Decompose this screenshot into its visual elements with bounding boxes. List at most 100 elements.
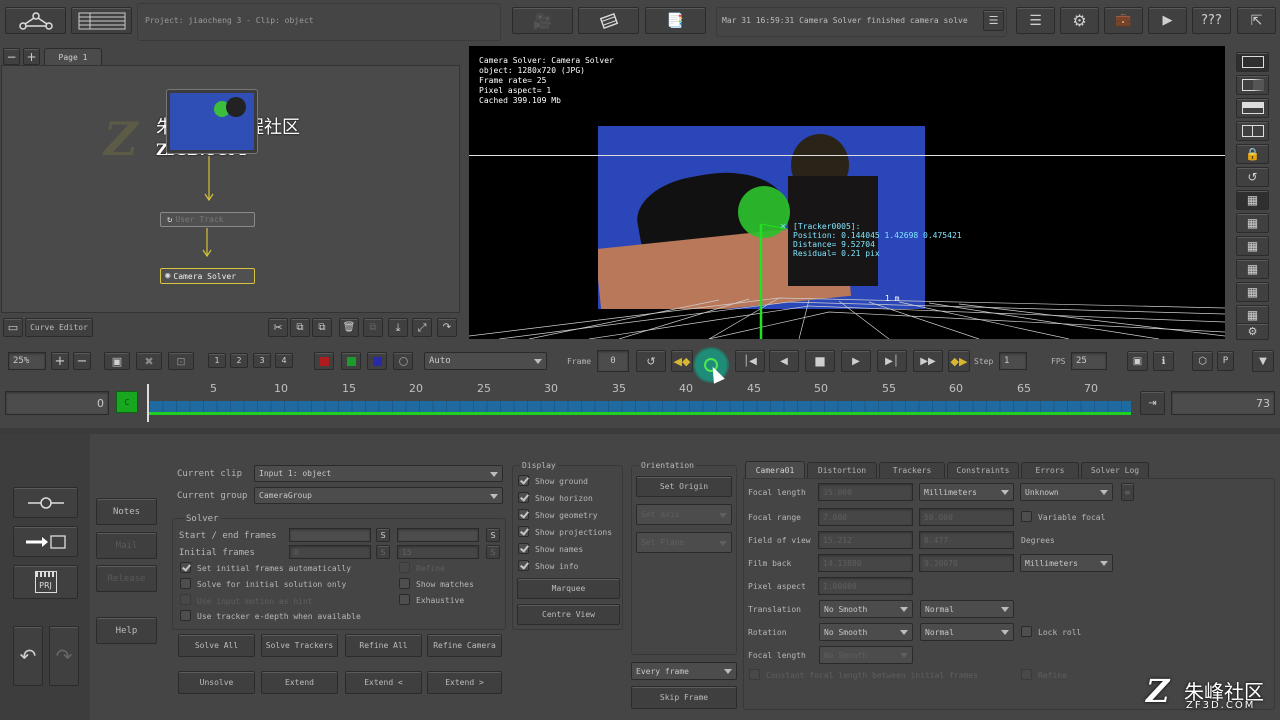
layout-split-button[interactable] <box>1236 75 1269 95</box>
focal-range-b-field[interactable]: 50.000 <box>919 508 1014 526</box>
help-button[interactable]: ??? <box>1192 7 1231 34</box>
fov-b-field[interactable]: 8.477 <box>919 531 1014 549</box>
extend-back-button[interactable]: Extend < <box>345 671 422 694</box>
status-menu-button[interactable]: ☰ <box>983 10 1004 31</box>
layout-quad-button[interactable] <box>1236 121 1269 141</box>
stop-button[interactable]: ■ <box>805 350 835 372</box>
export-button[interactable]: ⤓ <box>388 318 408 337</box>
grid-6-button[interactable]: ▦ <box>1236 305 1269 325</box>
toolbox-button[interactable]: 💼 <box>1104 7 1143 34</box>
timeline-end-field[interactable]: 73 <box>1171 391 1275 415</box>
set-origin-button[interactable]: Set Origin <box>636 476 732 497</box>
rotation-mode-dropdown[interactable]: Normal <box>920 623 1014 641</box>
key-back-button[interactable]: ◀◆ <box>671 350 693 372</box>
marquee-button[interactable]: Marquee <box>517 578 620 599</box>
show-matches-checkbox[interactable] <box>399 578 410 589</box>
initial-a-s-button[interactable]: S <box>376 545 390 559</box>
film-units-dropdown[interactable]: Millimeters <box>1020 554 1113 572</box>
lock-roll-checkbox[interactable] <box>1021 626 1032 637</box>
rotation-smooth-dropdown[interactable]: No Smooth <box>819 623 913 641</box>
start-s-button[interactable]: S <box>376 528 390 542</box>
viewer-panel[interactable]: × Camera Solver: Camera Solver object: 1… <box>469 46 1225 339</box>
play-button[interactable]: ▶ <box>841 350 871 372</box>
show-geometry-checkbox[interactable] <box>518 509 529 520</box>
fit-button[interactable]: ⤢ <box>412 318 432 337</box>
initial-frame-b-field[interactable]: 15 <box>397 545 479 559</box>
layout-horizontal-button[interactable] <box>1236 98 1269 118</box>
display-mode-dropdown[interactable]: Auto <box>424 352 547 370</box>
camera-view-button[interactable]: 🎥 <box>512 7 573 34</box>
fps-field[interactable]: 25 <box>1071 352 1107 370</box>
use-input-checkbox[interactable] <box>180 594 191 605</box>
tab-trackers[interactable]: Trackers <box>879 462 945 478</box>
tab-distortion[interactable]: Distortion <box>807 462 877 478</box>
tab-constraints[interactable]: Constraints <box>947 462 1019 478</box>
solve-trackers-button[interactable]: Solve Trackers <box>261 634 338 657</box>
loop-button[interactable]: ↺ <box>636 350 666 372</box>
film-strip-button[interactable] <box>578 7 639 34</box>
undo-button[interactable]: ↶ <box>13 626 43 686</box>
focal-range-a-field[interactable]: 7.000 <box>818 508 913 526</box>
crop-button[interactable]: ✖ <box>136 352 162 370</box>
curve-editor-button[interactable]: Curve Editor <box>25 318 93 337</box>
list-menu-button[interactable]: ☰ <box>1016 7 1055 34</box>
duplicate-button[interactable]: ⧉ <box>363 318 383 337</box>
green-channel-button[interactable] <box>341 352 361 370</box>
grid-1-button[interactable]: ▦ <box>1236 190 1269 210</box>
set-initial-checkbox[interactable] <box>180 562 191 573</box>
playhead[interactable] <box>147 384 149 422</box>
lock-button[interactable]: 🔒 <box>1236 144 1269 164</box>
timeline-fit-button[interactable]: ⇥ <box>1140 391 1165 415</box>
camera-solver-node[interactable]: ◉ Camera Solver <box>160 268 255 284</box>
refine-camera-button[interactable]: Refine Camera <box>427 634 502 657</box>
blue-channel-button[interactable] <box>367 352 387 370</box>
pin-button[interactable]: ⊡ <box>168 352 194 370</box>
initial-frame-a-field[interactable]: 0 <box>289 545 371 559</box>
key-forward-button[interactable]: ◆▶ <box>948 350 970 372</box>
zoom-in-button[interactable]: + <box>51 352 69 370</box>
view-2-button[interactable]: 2 <box>230 353 248 368</box>
release-button[interactable]: Release <box>96 565 157 592</box>
refine-checkbox[interactable] <box>399 562 410 573</box>
view-4-button[interactable]: 4 <box>275 353 293 368</box>
collapse-button[interactable]: ↷ <box>437 318 457 337</box>
refine-all-button[interactable]: Refine All <box>345 634 422 657</box>
focal-length-field[interactable]: 35.000 <box>818 483 913 501</box>
fast-forward-button[interactable]: ▶▶ <box>913 350 943 372</box>
end-frame-field[interactable] <box>397 528 479 542</box>
show-projections-checkbox[interactable] <box>518 526 529 537</box>
red-channel-button[interactable] <box>314 352 334 370</box>
mail-button[interactable]: Mail <box>96 532 157 559</box>
constant-focal-checkbox[interactable] <box>749 669 760 680</box>
unsolve-button[interactable]: Unsolve <box>178 671 255 694</box>
end-s-button[interactable]: S <box>486 528 500 542</box>
exhaustive-checkbox[interactable] <box>399 594 410 605</box>
grid-4-button[interactable]: ▦ <box>1236 259 1269 279</box>
fov-a-field[interactable]: 15.212 <box>818 531 913 549</box>
delete-button[interactable]: 🗑 <box>339 318 359 337</box>
clips-button[interactable]: 📑 <box>645 7 706 34</box>
fit-view-button[interactable]: ▣ <box>104 352 130 370</box>
cache-indicator[interactable]: C <box>116 391 138 413</box>
start-frame-field[interactable] <box>289 528 371 542</box>
set-plane-dropdown[interactable]: Set Plane <box>636 532 732 553</box>
extend-button[interactable]: Extend <box>261 671 338 694</box>
show-names-checkbox[interactable] <box>518 543 529 554</box>
layout-single-button[interactable] <box>1236 52 1269 72</box>
refine-focal-checkbox[interactable] <box>1021 669 1032 680</box>
step-field[interactable]: 1 <box>999 352 1027 370</box>
orbit-button[interactable]: ↺ <box>1236 167 1269 187</box>
centre-view-button[interactable]: Centre View <box>517 604 620 625</box>
cut-button[interactable]: ✂ <box>268 318 288 337</box>
translation-mode-dropdown[interactable]: Normal <box>920 600 1014 618</box>
every-frame-dropdown[interactable]: Every frame <box>631 662 737 680</box>
film-back-a-field[interactable]: 14.13880 <box>818 554 913 572</box>
variable-focal-checkbox[interactable] <box>1021 511 1032 522</box>
zoom-field[interactable]: 25% <box>8 352 46 370</box>
prev-key-button[interactable]: │◀ <box>735 350 765 372</box>
focal-units-dropdown[interactable]: Millimeters <box>919 483 1014 501</box>
initial-b-s-button[interactable]: S <box>486 545 500 559</box>
notes-button[interactable]: Notes <box>96 498 157 525</box>
next-key-button[interactable]: ▶│ <box>877 350 907 372</box>
user-track-node[interactable]: ↻ User Track <box>160 212 255 227</box>
